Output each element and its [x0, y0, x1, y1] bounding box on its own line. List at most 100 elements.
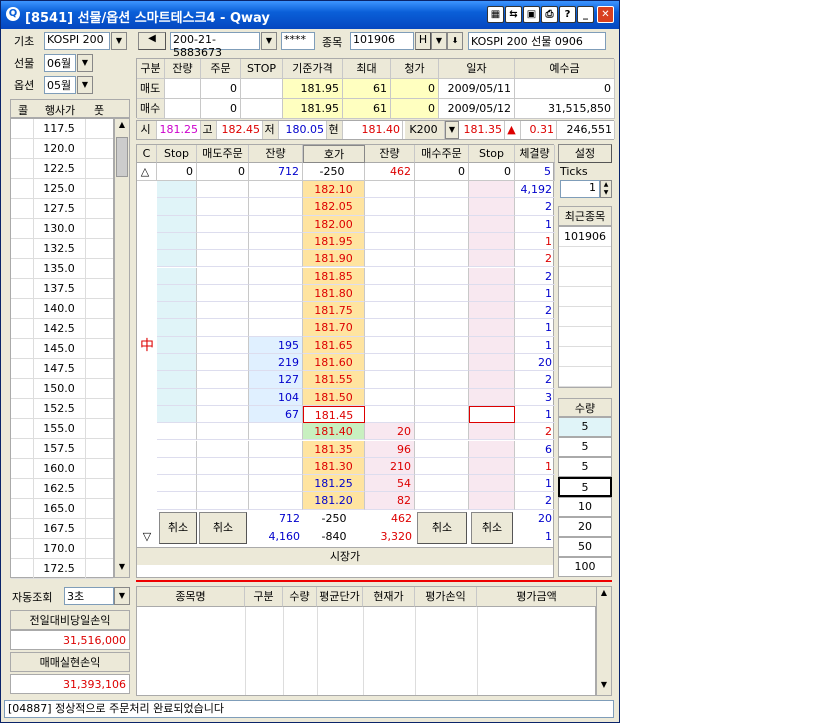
strike-row[interactable]: 135.0	[11, 259, 113, 279]
buy-order-cell[interactable]	[415, 457, 469, 476]
stop-sell-cell[interactable]	[157, 181, 197, 199]
sell-order-cell[interactable]	[197, 423, 249, 441]
sell-order-cell[interactable]	[197, 492, 249, 510]
link-icon[interactable]: ⇆	[505, 6, 522, 23]
stop-sell-cell[interactable]	[157, 440, 197, 458]
stop-buy-cell[interactable]	[469, 371, 515, 389]
ticks-input[interactable]: 1	[560, 180, 600, 198]
strike-scrollbar[interactable]: ▲ ▼	[114, 118, 130, 578]
scroll-up-icon[interactable]: ▲	[116, 120, 128, 134]
stop-buy-cell[interactable]	[469, 388, 515, 406]
cancel-sell-button[interactable]: 취소	[199, 511, 247, 544]
book-header[interactable]: C	[137, 145, 157, 163]
print-icon[interactable]: ⎙	[541, 6, 558, 23]
stop-sell-cell[interactable]	[157, 423, 197, 441]
stop-sell-cell[interactable]	[157, 302, 197, 320]
sell-order-cell[interactable]	[197, 302, 249, 320]
scroll-down-icon[interactable]: ▼	[598, 680, 610, 694]
cancel-sell-stop-button[interactable]: 취소	[159, 511, 197, 544]
price-cell[interactable]: 182.00	[303, 215, 365, 233]
buy-order-cell[interactable]	[415, 388, 469, 406]
strike-row[interactable]: 120.0	[11, 139, 113, 159]
h-button[interactable]: H	[415, 32, 431, 50]
stop-buy-cell[interactable]	[469, 492, 515, 510]
strike-row[interactable]: 162.5	[11, 479, 113, 499]
price-cell[interactable]: 181.90	[303, 250, 365, 268]
buy-order-cell[interactable]	[415, 405, 469, 424]
stop-buy-cell[interactable]	[469, 181, 515, 199]
price-cell[interactable]: 181.80	[303, 284, 365, 303]
buy-order-cell[interactable]	[415, 475, 469, 493]
stop-sell-cell[interactable]	[157, 492, 197, 510]
stop-sell-cell[interactable]	[157, 457, 197, 476]
sell-order-cell[interactable]	[197, 457, 249, 476]
buy-order-cell[interactable]	[415, 215, 469, 233]
qty-button[interactable]: 5	[558, 457, 612, 477]
back-button[interactable]: ◀	[138, 32, 166, 50]
strike-row[interactable]: 152.5	[11, 399, 113, 419]
chevron-down-icon[interactable]: ▼	[77, 54, 93, 72]
sell-order-cell[interactable]	[197, 250, 249, 268]
stop-sell-cell[interactable]	[157, 388, 197, 406]
sell-order-cell[interactable]	[197, 215, 249, 233]
price-cell[interactable]: 182.05	[303, 198, 365, 216]
stop-sell-cell[interactable]	[157, 267, 197, 285]
recent-item[interactable]	[559, 287, 611, 307]
ticks-stepper[interactable]: ▲ ▼	[600, 180, 612, 198]
recent-item[interactable]	[559, 267, 611, 287]
stop-buy-cell[interactable]	[469, 423, 515, 441]
price-cell[interactable]: 181.35	[303, 440, 365, 458]
stop-sell-cell[interactable]	[157, 405, 197, 424]
down-arrow-icon[interactable]: ▽	[139, 530, 155, 546]
base-select[interactable]: KOSPI 200	[44, 32, 110, 50]
qty-button[interactable]: 10	[558, 497, 612, 517]
code-input[interactable]: 101906	[350, 32, 414, 50]
stop-sell-cell[interactable]	[157, 232, 197, 251]
price-cell[interactable]: 181.50	[303, 388, 365, 406]
buy-order-cell[interactable]	[415, 354, 469, 372]
recent-item[interactable]: 101906	[559, 227, 611, 247]
buy-order-cell[interactable]	[415, 492, 469, 510]
price-cell[interactable]: 181.20	[303, 492, 365, 510]
qty-button[interactable]: 5	[558, 477, 612, 497]
positions-scrollbar[interactable]: ▲ ▼	[596, 586, 612, 696]
strike-row[interactable]: 142.5	[11, 319, 113, 339]
account-select[interactable]: 200-21-5883673	[170, 32, 260, 59]
layout-icon[interactable]: ▦	[487, 6, 504, 23]
strike-row[interactable]: 172.5	[11, 559, 113, 579]
stop-buy-cell[interactable]	[469, 232, 515, 251]
chevron-down-icon[interactable]: ▼	[77, 76, 93, 94]
stop-buy-cell[interactable]	[469, 475, 515, 493]
buy-order-cell[interactable]	[415, 440, 469, 458]
recent-item[interactable]	[559, 247, 611, 267]
scroll-up-icon[interactable]: ▲	[598, 588, 610, 602]
strike-row[interactable]: 137.5	[11, 279, 113, 299]
buy-order-cell[interactable]	[415, 371, 469, 389]
price-cell[interactable]: 181.70	[303, 319, 365, 337]
qty-button[interactable]: 100	[558, 557, 612, 577]
sell-order-cell[interactable]	[197, 336, 249, 354]
sell-order-cell[interactable]	[197, 284, 249, 303]
scroll-down-icon[interactable]: ▼	[116, 562, 128, 576]
strike-row[interactable]: 122.5	[11, 159, 113, 179]
close-icon[interactable]: ✕	[597, 6, 614, 23]
cancel-buy-button[interactable]: 취소	[417, 511, 467, 544]
title-bar[interactable]: Q [8541] 선물/옵션 스마트테스크4 - Qway ▦ ⇆ ▣ ⎙ ? …	[1, 1, 619, 29]
stop-sell-cell[interactable]	[157, 198, 197, 216]
price-cell[interactable]: 181.75	[303, 302, 365, 320]
qty-button[interactable]: 5	[558, 417, 612, 437]
buy-order-cell[interactable]	[415, 336, 469, 354]
strike-row[interactable]: 167.5	[11, 519, 113, 539]
book-header[interactable]: 호가	[303, 145, 365, 163]
minimize-icon[interactable]: _	[577, 6, 594, 23]
stop-sell-cell[interactable]	[157, 284, 197, 303]
price-cell[interactable]: 181.85	[303, 267, 365, 285]
price-cell[interactable]: 181.65	[303, 336, 365, 354]
stop-buy-cell[interactable]	[469, 405, 515, 424]
market-order-button[interactable]: 시장가	[137, 546, 553, 565]
strike-row[interactable]: 160.0	[11, 459, 113, 479]
stop-sell-cell[interactable]	[157, 215, 197, 233]
strike-row[interactable]: 127.5	[11, 199, 113, 219]
window-icon[interactable]: ▣	[523, 6, 540, 23]
strike-row[interactable]: 157.5	[11, 439, 113, 459]
